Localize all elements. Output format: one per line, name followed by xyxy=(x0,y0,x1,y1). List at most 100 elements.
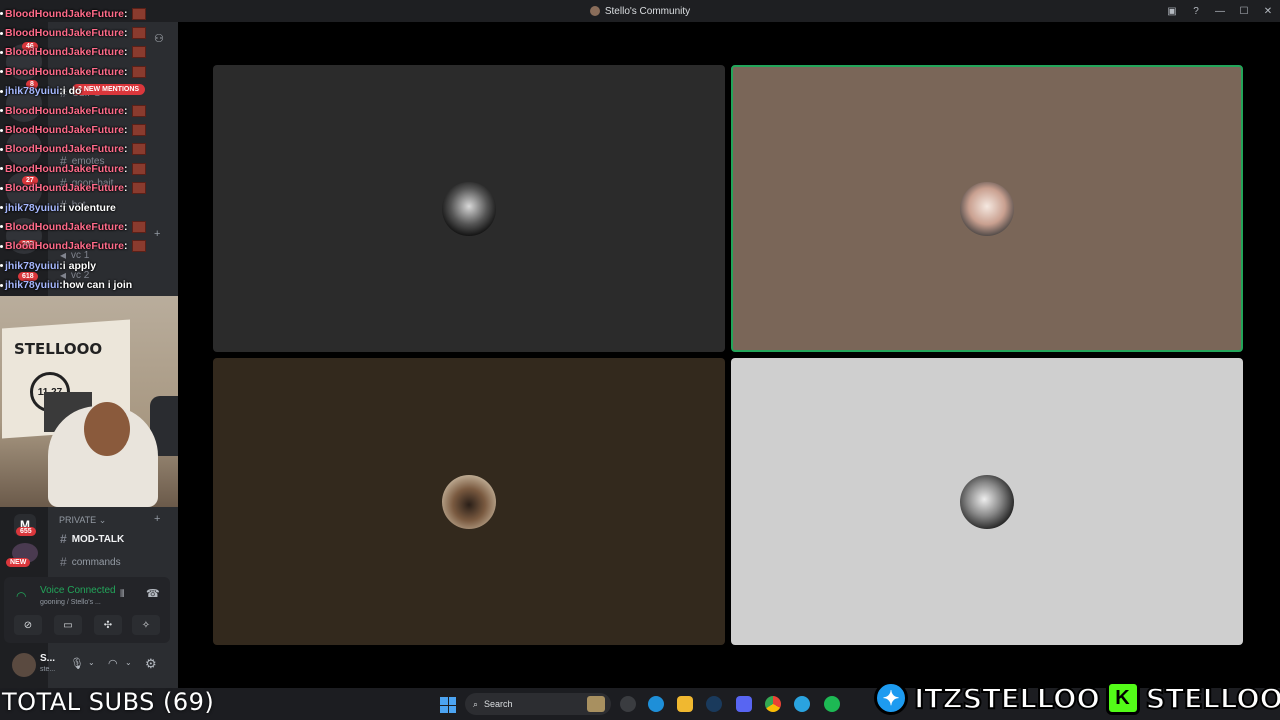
chat-separator: : xyxy=(124,27,128,40)
chat-bullet xyxy=(0,128,3,132)
chat-username: jhik78yuiui xyxy=(5,85,60,98)
chrome-app-icon[interactable] xyxy=(765,696,781,712)
soundboard-button[interactable]: ✧ xyxy=(132,615,160,635)
chat-username: BloodHoundJakeFuture xyxy=(5,240,125,253)
chat-username: BloodHoundJakeFuture xyxy=(5,46,125,59)
maximize-button[interactable]: ☐ xyxy=(1232,0,1256,22)
user-name: S... xyxy=(40,653,56,664)
video-tile-4[interactable] xyxy=(731,358,1243,645)
voice-status[interactable]: Voice Connected xyxy=(40,585,116,596)
chat-emote-icon xyxy=(131,104,146,117)
chat-bullet xyxy=(0,31,3,35)
search-highlight-icon xyxy=(587,696,605,712)
edge-app-icon[interactable] xyxy=(648,696,664,712)
category-label: PRIVATE xyxy=(59,515,97,525)
noise-suppression-icon[interactable]: ⦀ xyxy=(120,589,124,600)
soundboard-icon: ✧ xyxy=(141,619,151,631)
chat-username: BloodHoundJakeFuture xyxy=(5,124,125,137)
chat-text: i do xyxy=(62,85,82,98)
video-tile-1[interactable] xyxy=(213,65,725,352)
spotify-app-icon[interactable] xyxy=(824,696,840,712)
activities-button[interactable]: ✣ xyxy=(94,615,122,635)
participant-avatar xyxy=(960,474,1014,529)
chat-username: BloodHoundJakeFuture xyxy=(5,162,125,175)
chat-separator: : xyxy=(124,65,128,78)
mic-icon[interactable]: 🎙︎ xyxy=(70,657,84,670)
chevron-down-icon[interactable]: ⌄ xyxy=(88,658,95,667)
channel-commands[interactable]: # commands xyxy=(60,555,121,569)
search-label: Search xyxy=(484,699,513,709)
participant-avatar xyxy=(442,181,496,236)
headset-icon[interactable]: ◠ xyxy=(108,657,118,670)
server-badge: 655 xyxy=(16,527,36,536)
chat-message: BloodHoundJakeFuture : xyxy=(0,217,170,236)
chat-message: jhik78yuiui : i volenture xyxy=(0,198,170,217)
chat-text: i apply xyxy=(62,259,97,272)
add-channel-icon[interactable]: + xyxy=(154,513,160,525)
video-tile-2-speaking[interactable] xyxy=(731,65,1243,352)
telegram-app-icon[interactable] xyxy=(794,696,810,712)
voice-location[interactable]: gooning / Stello's ... xyxy=(40,599,101,606)
minimize-button[interactable]: — xyxy=(1208,0,1232,22)
screen-share-button[interactable]: ▭ xyxy=(54,615,82,635)
hash-icon: # xyxy=(60,532,67,546)
chat-message: BloodHoundJakeFuture : xyxy=(0,120,170,139)
channel-label: MOD-TALK xyxy=(71,533,125,545)
chat-emote-icon xyxy=(131,124,146,137)
file-explorer-app-icon[interactable] xyxy=(677,696,693,712)
chat-bullet xyxy=(0,244,3,248)
new-badge: NEW xyxy=(6,558,31,567)
private-category[interactable]: PRIVATE ⌄ xyxy=(59,515,106,526)
video-grid xyxy=(178,22,1280,688)
chat-message: BloodHoundJakeFuture : xyxy=(0,237,170,256)
chat-separator: : xyxy=(124,143,128,156)
taskbar-search[interactable]: ⌕ Search xyxy=(465,693,611,715)
settings-app-icon[interactable] xyxy=(620,696,636,712)
search-icon: ⌕ xyxy=(473,698,479,709)
participant-avatar xyxy=(442,474,496,529)
settings-gear-icon[interactable]: ⚙ xyxy=(145,656,157,672)
chat-emote-icon xyxy=(131,143,146,156)
windows-start-icon[interactable] xyxy=(440,697,456,713)
chat-message: BloodHoundJakeFuture : xyxy=(0,159,170,178)
discord-app-icon[interactable] xyxy=(736,696,752,712)
chat-bullet xyxy=(0,186,3,190)
disconnect-icon[interactable]: ☎ xyxy=(146,587,160,600)
chat-separator: : xyxy=(124,220,128,233)
chat-separator: : xyxy=(124,124,128,137)
total-subs-label: TOTAL SUBS (69) xyxy=(2,688,215,716)
user-status: ste... xyxy=(40,666,56,673)
channel-mod-talk[interactable]: # MOD-TALK xyxy=(60,532,124,546)
chat-message: BloodHoundJakeFuture : xyxy=(0,179,170,198)
chat-emote-icon xyxy=(131,65,146,78)
chat-bullet xyxy=(0,283,3,287)
socials-overlay: ✦ ITZSTELLOO K STELLOOO xyxy=(874,680,1280,716)
chat-username: jhik78yuiui xyxy=(5,201,60,214)
chat-message: BloodHoundJakeFuture : xyxy=(0,23,170,42)
chat-username: BloodHoundJakeFuture xyxy=(5,104,125,117)
channel-label: commands xyxy=(71,556,121,568)
camera-off-button[interactable]: ⊘ xyxy=(14,615,42,635)
chat-emote-icon xyxy=(131,27,146,40)
twitter-icon: ✦ xyxy=(874,681,908,715)
activities-icon: ✣ xyxy=(103,619,113,631)
help-icon[interactable]: ? xyxy=(1184,0,1208,22)
chevron-down-icon[interactable]: ⌄ xyxy=(125,658,132,667)
chat-username: BloodHoundJakeFuture xyxy=(5,65,125,78)
chat-emote-icon xyxy=(131,7,146,20)
screen-share-icon: ▭ xyxy=(63,619,73,631)
chat-message: jhik78yuiui : i apply xyxy=(0,256,170,275)
chat-username: BloodHoundJakeFuture xyxy=(5,7,125,20)
inbox-icon[interactable]: ▣ xyxy=(1160,0,1184,22)
video-tile-3[interactable] xyxy=(213,358,725,645)
chat-overlay: BloodHoundJakeFuture : BloodHoundJakeFut… xyxy=(0,4,170,295)
steam-app-icon[interactable] xyxy=(706,696,722,712)
chat-bullet xyxy=(0,12,3,16)
chat-separator: : xyxy=(124,240,128,253)
signal-icon: ◠ xyxy=(16,589,27,603)
close-button[interactable]: ✕ xyxy=(1256,0,1280,22)
user-avatar[interactable] xyxy=(12,653,36,677)
chat-message: BloodHoundJakeFuture : xyxy=(0,62,170,81)
chat-bullet xyxy=(0,109,3,113)
webcam-head xyxy=(84,402,130,456)
